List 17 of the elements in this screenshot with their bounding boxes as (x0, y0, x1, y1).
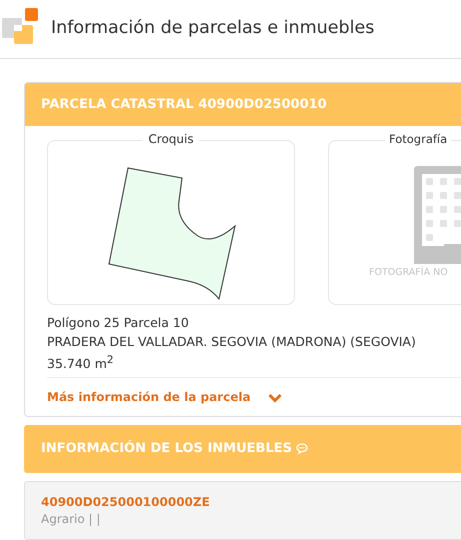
logo-icon (1, 8, 39, 46)
property-reference[interactable]: 40900D025000100000ZE (41, 494, 461, 510)
panel-legend: Fotografía (385, 132, 452, 146)
property-item[interactable]: 40900D025000100000ZE Agrario | | (24, 480, 461, 540)
chevron-icon[interactable] (268, 393, 282, 404)
page-title: Información de parcelas e inmuebles (51, 18, 374, 38)
panel-legend: Croquis (142, 132, 200, 146)
more-info-link[interactable]: Más información de la parcela (47, 390, 251, 404)
property-detail: Agrario | | (41, 510, 102, 528)
parcel-header: PARCELA CATASTRAL 40900D02500010 (25, 83, 461, 126)
section-title: INFORMACIÓN DE LOS INMUEBLES (41, 441, 292, 456)
parcel-info: PRADERA DEL VALLADAR. SEGOVIA (MADRONA) (SEGOVIA) (47, 332, 417, 350)
parcel-info: 35.740 m$^{2}$ (47, 353, 115, 374)
building-icon (414, 166, 461, 264)
parcel-info: Polígono 25 Parcela 10 (47, 314, 190, 332)
chat-icon (296, 443, 308, 454)
photo-caption: FOTOGRAFÍA NO (369, 267, 448, 278)
